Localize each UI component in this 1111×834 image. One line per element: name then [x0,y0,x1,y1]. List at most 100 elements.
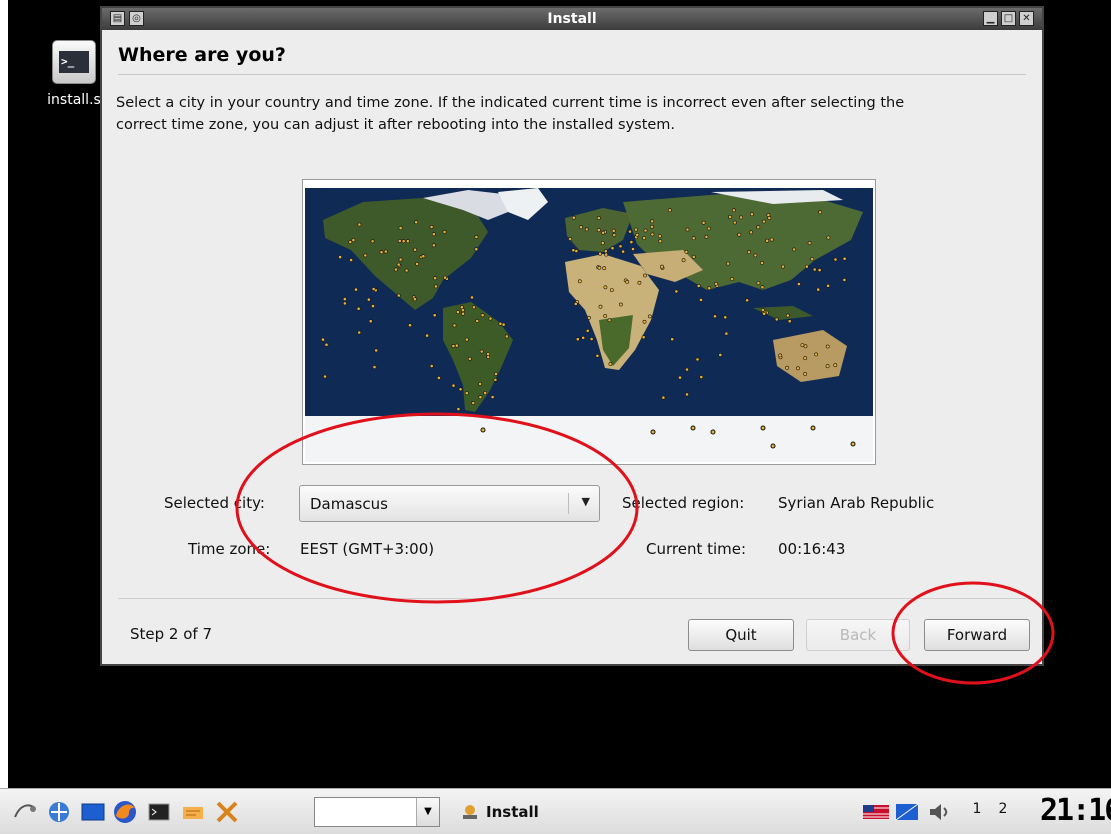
city-dot [756,281,761,286]
city-dot [585,328,590,333]
city-dot [628,229,632,234]
city-dot [398,257,403,262]
city-dot [730,277,734,282]
city-dot [714,281,719,286]
back-button[interactable]: Back [806,619,910,651]
city-dot [608,362,613,366]
city-dot [436,375,441,380]
city-dot [756,225,761,230]
city-dot [769,237,774,242]
minimize-icon[interactable]: ▁ [983,11,998,26]
mouse-menu-icon[interactable] [12,799,38,825]
city-dot [826,283,831,288]
workspace-2[interactable]: 2 [992,801,1014,817]
city-dot [803,356,808,361]
city-dot [642,236,647,241]
forward-button[interactable]: Forward [924,619,1030,651]
city-dot [429,364,434,368]
desktop-icon[interactable] [80,799,106,825]
city-dot [762,219,766,224]
quit-button[interactable]: Quit [688,619,794,651]
taskbar-run-field[interactable]: ▼ [314,797,440,827]
city-dot [433,276,438,281]
city-dot [471,401,476,405]
city-dot [778,353,783,358]
city-dot [704,234,709,239]
city-dot [493,377,498,382]
city-dot [753,253,758,258]
city-dot [731,208,736,213]
tools-icon[interactable] [214,799,240,825]
city-dot [396,293,401,298]
screen-icon[interactable] [894,799,920,825]
city-dot [494,371,498,376]
city-dot [602,266,607,271]
city-dot [787,319,792,324]
city-dot [691,254,696,259]
window-titlebar[interactable]: ▤ ◎ Install ▁ □ ✕ [102,8,1042,30]
city-dot [817,268,822,273]
city-dot [394,267,398,272]
city-dot [658,239,663,244]
maximize-icon[interactable]: □ [1001,11,1016,26]
city-dot [442,230,447,234]
city-dot [699,375,704,379]
city-dot [480,427,486,433]
city-dot [501,322,506,327]
city-dot [842,278,847,282]
city-dot [458,387,463,392]
terminal-icon[interactable] [146,799,172,825]
city-dot [431,232,436,237]
city-dot [429,225,434,229]
city-dot [574,249,579,253]
install-icon [463,805,477,819]
city-dot [421,254,426,259]
city-dot [610,246,615,251]
city-dot [766,213,771,217]
sticky-icon[interactable]: ◎ [129,11,144,26]
close-icon[interactable]: ✕ [1019,11,1034,26]
world-map[interactable] [302,179,876,465]
network-icon[interactable] [46,799,72,825]
taskbar-item-install[interactable]: Install [460,799,539,825]
city-dot [690,425,696,431]
city-dot [413,247,418,252]
city-dot [343,301,347,306]
city-dot [571,215,576,220]
editor-icon[interactable] [180,799,206,825]
firefox-icon[interactable] [112,799,138,825]
window-menu-icon[interactable]: ▤ [110,11,125,26]
city-dot [587,315,591,320]
city-dot [579,225,583,230]
city-dot [706,226,711,231]
city-dot [810,257,815,262]
keyboard-layout-flag-icon[interactable] [862,799,890,825]
city-dot [796,282,801,286]
city-dot [691,236,696,241]
volume-icon[interactable] [926,799,952,825]
city-dot [850,441,856,447]
description-text: Select a city in your country and time z… [116,95,905,133]
city-dot [371,304,375,309]
city-dot [724,331,729,336]
city-dot [413,297,417,302]
city-dot [826,235,831,240]
terminal-icon: >_ [52,40,96,84]
city-dot [684,249,689,254]
city-dot [596,216,601,220]
city-dot [401,239,406,244]
workspace-1[interactable]: 1 [966,801,988,817]
city-dot [414,220,419,225]
chevron-down-icon[interactable]: ▼ [416,798,439,826]
city-dot [618,244,623,249]
city-dot [504,334,509,339]
city-dot [598,304,603,309]
city-dot [781,264,785,269]
city-select[interactable]: Damascus ▼ [299,485,600,522]
city-dot [404,268,409,273]
city-dot [810,425,816,431]
city-dot [374,348,379,353]
city-dot [629,240,634,245]
city-dot [641,335,646,340]
city-dot [800,343,805,348]
